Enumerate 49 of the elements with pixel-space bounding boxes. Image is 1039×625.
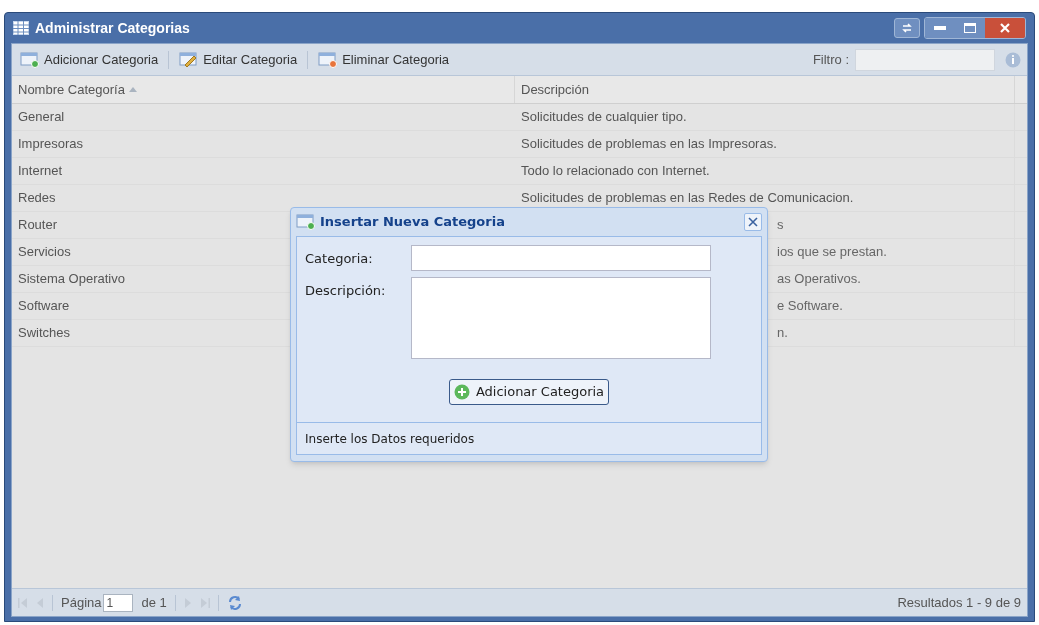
close-icon — [748, 217, 758, 227]
dialog-status-bar: Inserte los Datos requeridos — [296, 423, 762, 455]
table-cell-text: Software — [18, 297, 70, 316]
maximize-button[interactable] — [955, 18, 985, 38]
column-header[interactable]: Nombre Categoría — [12, 76, 515, 103]
filter-label: Filtro : — [812, 50, 849, 69]
table-cell: Solicitudes de cualquier tipo. — [515, 104, 1015, 130]
add-category-button[interactable]: Adicionar Categoria — [448, 379, 610, 405]
minimize-icon — [934, 26, 946, 30]
table-cell: Todo lo relacionado con Internet. — [515, 158, 1015, 184]
dialog-title: Insertar Nueva Categoria — [320, 213, 505, 232]
window-pencil-icon — [179, 51, 200, 68]
window-plus-icon — [296, 214, 316, 230]
table-cell-text: Redes — [18, 189, 56, 208]
close-icon — [1000, 23, 1010, 33]
page-count: de 1 — [141, 593, 167, 612]
results-count: Resultados 1 - 9 de 9 — [897, 593, 1021, 612]
toolbar-button[interactable]: Editar Categoria — [177, 49, 300, 70]
refresh-icon[interactable] — [226, 594, 243, 611]
minimize-button[interactable] — [925, 18, 955, 38]
window-title: Administrar Categorias — [35, 18, 190, 38]
field-label: Descripción: — [305, 282, 387, 300]
info-icon — [1005, 51, 1021, 68]
description-field[interactable] — [411, 277, 711, 359]
close-button[interactable] — [744, 213, 762, 231]
refresh-button[interactable] — [894, 18, 920, 38]
toolbar-button[interactable]: Adicionar Categoria — [18, 49, 161, 70]
plus-circle-icon — [453, 384, 470, 400]
grid-icon — [13, 21, 29, 35]
table-cell-text: Switches — [18, 324, 71, 343]
table-cell-text: General — [18, 108, 65, 127]
page-field[interactable]: 1 — [103, 593, 134, 612]
table-cell-text: Sistema Operativo — [18, 270, 125, 289]
column-header[interactable]: Descripción — [515, 76, 1015, 103]
table-cell-text: Impresoras — [18, 135, 84, 154]
close-button[interactable] — [985, 18, 1025, 38]
window-plus-icon — [20, 51, 40, 68]
category-field[interactable] — [411, 245, 711, 271]
table-cell-text: Servicios — [18, 243, 71, 262]
table-cell-text: Router — [18, 216, 58, 235]
toolbar-button[interactable]: Eliminar Categoria — [316, 49, 452, 70]
field-label: Categoria: — [305, 250, 374, 268]
swap-arrows-icon — [901, 22, 913, 34]
page-label: Página — [61, 593, 102, 612]
table-cell-text: Internet — [18, 162, 63, 181]
window-minus-icon — [318, 51, 339, 68]
maximize-icon — [964, 23, 976, 33]
filter-field[interactable] — [855, 48, 995, 71]
table-cell: Solicitudes de problemas en las Impresoras. — [515, 131, 1015, 157]
